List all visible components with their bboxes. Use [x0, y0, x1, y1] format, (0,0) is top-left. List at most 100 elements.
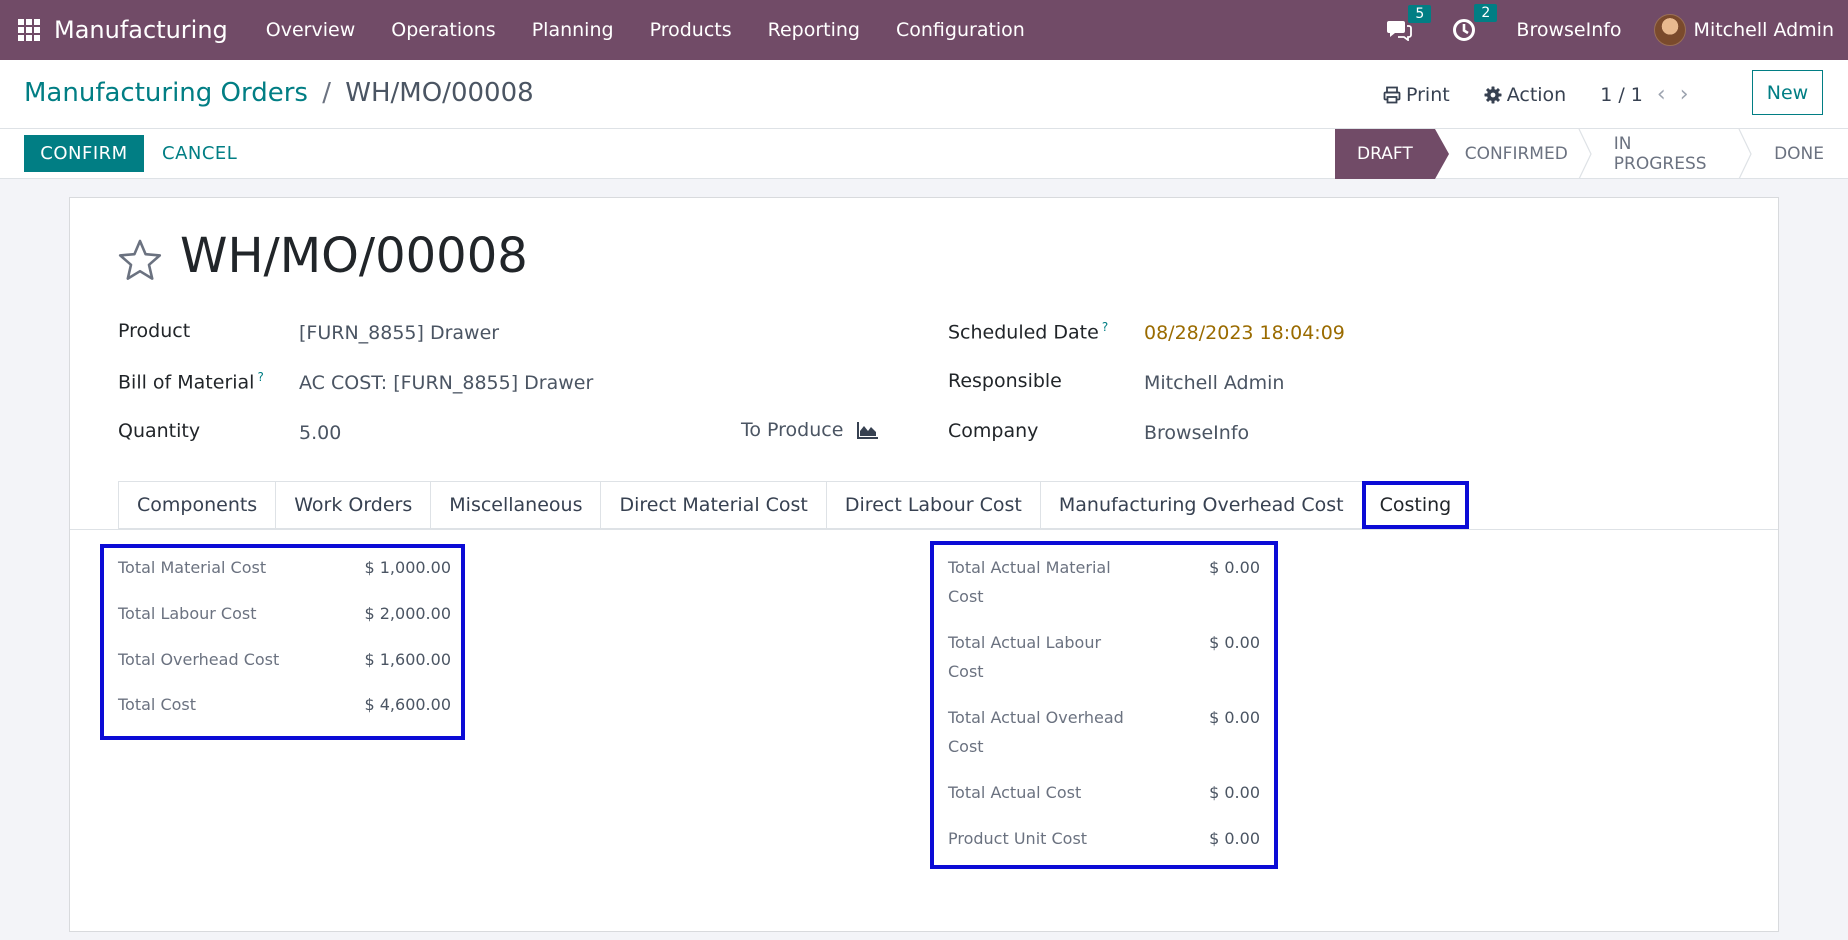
messages-button[interactable]: 5 — [1386, 5, 1432, 41]
actual-cost-summary: Total Actual Material Cost $ 0.00 Total … — [930, 541, 1278, 869]
record-title: WH/MO/00008 — [180, 228, 528, 284]
product-label: Product — [118, 320, 191, 342]
area-chart-icon — [857, 422, 879, 439]
product-field[interactable]: [FURN_8855] Drawer — [299, 322, 499, 344]
user-menu[interactable]: Mitchell Admin — [1694, 19, 1834, 41]
print-button[interactable]: Print — [1383, 84, 1450, 106]
cancel-button[interactable]: CANCEL — [162, 135, 237, 172]
stage-draft[interactable]: DRAFT — [1335, 129, 1449, 179]
label-line: Total Actual Overhead — [948, 708, 1124, 727]
pager-value[interactable]: 1 / 1 — [1600, 84, 1643, 106]
bom-label-text: Bill of Material — [118, 371, 255, 394]
menu-item-operations[interactable]: Operations — [373, 19, 513, 41]
label-line: Cost — [948, 737, 984, 756]
tab-manufacturing-overhead-cost[interactable]: Manufacturing Overhead Cost — [1039, 481, 1362, 529]
total-actual-material-cost-value: $ 0.00 — [1209, 558, 1260, 577]
menu-item-configuration[interactable]: Configuration — [878, 19, 1043, 41]
clock-icon — [1453, 19, 1476, 41]
notebook-tabs: Components Work Orders Miscellaneous Dir… — [118, 481, 1470, 529]
total-cost-label: Total Cost — [118, 695, 197, 714]
product-unit-cost-value: $ 0.00 — [1209, 829, 1260, 848]
company-label: Company — [948, 420, 1039, 442]
stage-draft-label: DRAFT — [1357, 144, 1413, 164]
label-line: Total Actual Labour — [948, 633, 1102, 652]
pager-next-icon[interactable]: › — [1680, 82, 1689, 107]
label-line: Total Actual Material — [948, 558, 1111, 577]
total-actual-overhead-cost-value: $ 0.00 — [1209, 708, 1260, 727]
label-line: Cost — [948, 662, 984, 681]
total-cost-value: $ 4,600.00 — [364, 695, 451, 714]
scheduled-date-field[interactable]: 08/28/2023 18:04:09 — [1144, 322, 1345, 344]
main-menu: Overview Operations Planning Products Re… — [248, 19, 1043, 41]
total-actual-labour-cost-value: $ 0.00 — [1209, 633, 1260, 652]
bom-help-icon[interactable]: ? — [257, 370, 263, 384]
top-navbar: Manufacturing Overview Operations Planni… — [0, 0, 1848, 60]
messages-count-badge: 5 — [1408, 5, 1432, 23]
scheduled-date-label: Scheduled Date? — [948, 320, 1108, 343]
form-sheet: WH/MO/00008 Product [FURN_8855] Drawer B… — [69, 197, 1779, 932]
company-switcher[interactable]: BrowseInfo — [1516, 19, 1621, 41]
responsible-label: Responsible — [948, 370, 1062, 392]
to-produce-field[interactable]: To Produce — [741, 419, 879, 441]
label-line: Cost — [948, 587, 984, 606]
company-field[interactable]: BrowseInfo — [1144, 422, 1249, 444]
action-label: Action — [1506, 83, 1567, 106]
bom-field[interactable]: AC COST: [FURN_8855] Drawer — [299, 372, 593, 394]
stage-in-progress[interactable]: IN PROGRESS — [1590, 129, 1752, 179]
control-panel: Manufacturing Orders / WH/MO/00008 Print — [0, 60, 1848, 129]
quantity-field[interactable]: 5.00 — [299, 422, 341, 444]
tab-direct-material-cost[interactable]: Direct Material Cost — [600, 481, 826, 529]
stage-pipeline: DRAFT CONFIRMED IN PROGRESS DONE — [1335, 129, 1848, 179]
action-button[interactable]: Action — [1484, 83, 1567, 106]
confirm-button[interactable]: CONFIRM — [24, 135, 144, 172]
stage-done[interactable]: DONE — [1750, 129, 1848, 179]
activities-button[interactable]: 2 — [1452, 4, 1498, 42]
tab-costing[interactable]: Costing — [1361, 481, 1470, 529]
activities-count-badge: 2 — [1474, 4, 1498, 22]
responsible-field[interactable]: Mitchell Admin — [1144, 372, 1284, 394]
navbar-systray: 5 2 BrowseInfo Mitchell Admin — [1386, 0, 1848, 60]
control-actions: Print Action 1 / 1 ‹ › — [1383, 82, 1703, 107]
total-actual-cost-label: Total Actual Cost — [948, 783, 1082, 802]
print-label: Print — [1406, 83, 1450, 106]
to-produce-label: To Produce — [741, 419, 844, 441]
total-actual-labour-cost-label: Total Actual Labour Cost — [948, 628, 1101, 686]
planned-cost-summary: Total Material Cost $ 1,000.00 Total Lab… — [100, 544, 465, 740]
menu-item-products[interactable]: Products — [632, 19, 750, 41]
total-overhead-cost-value: $ 1,600.00 — [364, 650, 451, 669]
breadcrumb-separator: / — [322, 78, 331, 108]
bom-label: Bill of Material? — [118, 370, 264, 393]
tab-miscellaneous[interactable]: Miscellaneous — [430, 481, 601, 529]
print-icon — [1383, 86, 1401, 103]
scheduled-date-label-text: Scheduled Date — [948, 321, 1099, 344]
new-button[interactable]: New — [1752, 70, 1823, 115]
app-name[interactable]: Manufacturing — [54, 16, 228, 44]
pager-previous-icon[interactable]: ‹ — [1657, 82, 1666, 107]
total-material-cost-value: $ 1,000.00 — [364, 558, 451, 577]
menu-item-planning[interactable]: Planning — [514, 19, 632, 41]
breadcrumb-current: WH/MO/00008 — [345, 78, 534, 108]
breadcrumb-manufacturing-orders[interactable]: Manufacturing Orders — [24, 78, 308, 108]
stage-confirmed[interactable]: CONFIRMED — [1435, 129, 1592, 179]
menu-item-reporting[interactable]: Reporting — [750, 19, 878, 41]
tab-direct-labour-cost[interactable]: Direct Labour Cost — [825, 481, 1040, 529]
gear-icon — [1484, 86, 1502, 103]
tab-components[interactable]: Components — [118, 481, 276, 529]
user-avatar[interactable] — [1653, 14, 1686, 46]
total-material-cost-label: Total Material Cost — [118, 558, 267, 577]
scheduled-date-help-icon[interactable]: ? — [1102, 320, 1108, 334]
tab-work-orders[interactable]: Work Orders — [275, 481, 431, 529]
total-actual-overhead-cost-label: Total Actual Overhead Cost — [948, 703, 1124, 761]
total-overhead-cost-label: Total Overhead Cost — [118, 650, 280, 669]
stage-done-label: DONE — [1774, 144, 1824, 164]
breadcrumb: Manufacturing Orders / WH/MO/00008 — [24, 78, 534, 108]
apps-grid-icon[interactable] — [18, 19, 40, 41]
total-labour-cost-label: Total Labour Cost — [118, 604, 257, 623]
product-unit-cost-label: Product Unit Cost — [948, 829, 1088, 848]
star-icon[interactable] — [117, 238, 163, 282]
menu-item-overview[interactable]: Overview — [248, 19, 373, 41]
tab-divider — [70, 529, 1778, 530]
stage-in-progress-label: IN PROGRESS — [1613, 134, 1707, 174]
status-bar: CONFIRM CANCEL DRAFT CONFIRMED IN PROGRE… — [0, 129, 1848, 179]
total-labour-cost-value: $ 2,000.00 — [364, 604, 451, 623]
